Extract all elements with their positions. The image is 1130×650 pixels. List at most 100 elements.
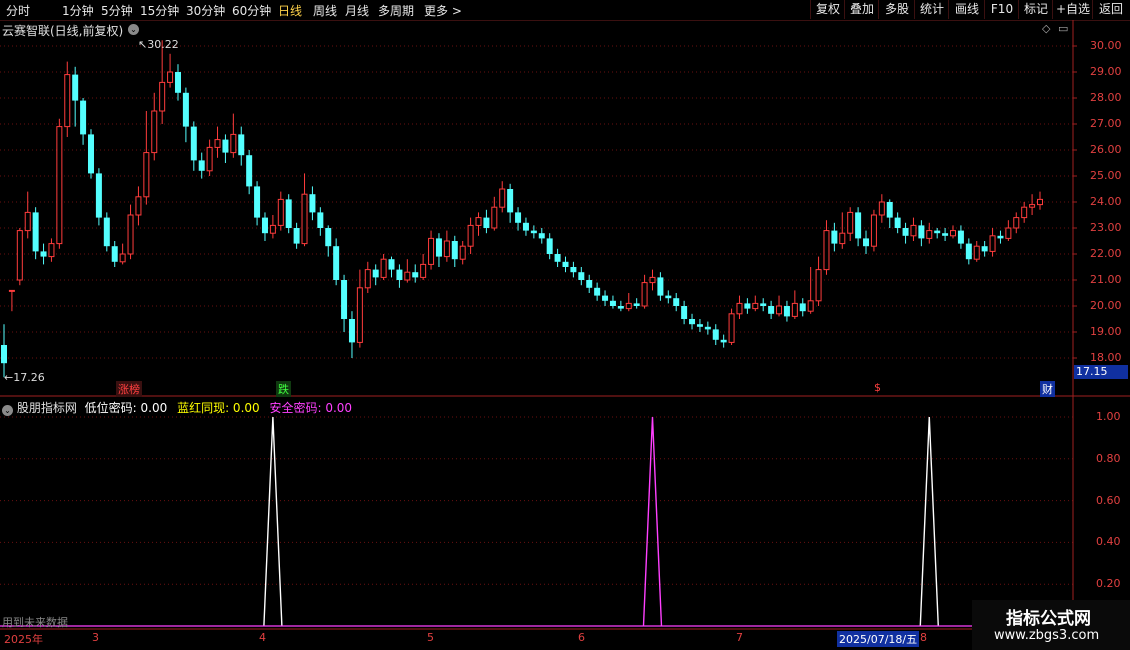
candle	[206, 139, 213, 176]
candle	[1037, 191, 1043, 210]
candle	[222, 134, 229, 163]
candle	[143, 111, 150, 205]
candle	[127, 204, 134, 260]
candle-body	[768, 306, 775, 314]
candle	[815, 256, 822, 306]
candle-body	[586, 280, 593, 288]
candle-body	[1005, 227, 1012, 239]
candle	[72, 66, 79, 127]
candle-body	[254, 186, 261, 218]
candle	[301, 173, 308, 247]
candle-body	[578, 272, 585, 280]
candle	[135, 186, 142, 226]
candle	[538, 228, 545, 244]
candle-body	[957, 230, 964, 244]
candle-body	[32, 212, 39, 252]
indicator-spike	[919, 416, 939, 627]
candle-body	[712, 329, 719, 340]
candle-body	[48, 243, 55, 258]
candle	[918, 220, 925, 247]
candle	[847, 207, 854, 241]
candle	[214, 126, 221, 158]
candle-body	[159, 81, 166, 112]
date-label: 7	[736, 631, 743, 644]
candle-body	[325, 228, 332, 247]
candle-body	[1037, 198, 1043, 206]
candle-body	[190, 126, 197, 161]
candle	[64, 61, 71, 137]
high-price-label: ↖30.22	[138, 38, 179, 51]
candle	[720, 334, 727, 348]
candle	[965, 238, 972, 265]
chevron-down-icon[interactable]: ⌄	[2, 405, 13, 416]
candle-body	[886, 202, 893, 218]
indicator-item-blue-red: 蓝红同现: 0.00	[177, 401, 260, 415]
candle	[981, 241, 988, 257]
indicator-axis-label: 0.60	[1096, 493, 1121, 507]
candle	[159, 40, 166, 124]
candle	[515, 207, 522, 231]
candle	[475, 212, 482, 236]
date-label: 6	[578, 631, 585, 644]
candle-body	[40, 251, 47, 257]
candle-body	[443, 240, 450, 258]
candle-body	[372, 269, 379, 278]
candle	[554, 248, 561, 267]
candle-body	[649, 276, 656, 284]
candle	[1, 324, 7, 378]
candle-body	[950, 230, 957, 237]
candle-body	[507, 189, 514, 213]
candle-body	[214, 139, 221, 148]
candle-body	[111, 246, 118, 262]
candle-body	[277, 198, 284, 226]
candle	[293, 222, 300, 249]
finance-tag[interactable]: 财	[1040, 381, 1055, 397]
candle-body	[965, 243, 972, 260]
candle	[269, 215, 276, 239]
candle	[254, 181, 261, 226]
candle-body	[491, 206, 498, 229]
indicator-axis-label: 0.40	[1096, 535, 1121, 549]
drop-tag[interactable]: 跌	[276, 381, 291, 397]
candle-body	[475, 217, 482, 226]
candle	[198, 152, 205, 179]
candle	[499, 181, 506, 213]
candle	[902, 222, 909, 244]
candle-body	[459, 245, 466, 260]
candle-body	[499, 188, 506, 208]
candle-body	[246, 155, 253, 187]
candle	[736, 295, 743, 319]
candle-body	[80, 100, 87, 135]
low-price-label: ←17.26	[4, 371, 45, 384]
kline-chart[interactable]	[0, 0, 1130, 650]
candle	[712, 324, 719, 345]
dollar-tag[interactable]: $	[874, 381, 881, 394]
candle-body	[617, 306, 624, 309]
candle	[230, 113, 237, 158]
indicator-axis-label: 1.00	[1096, 410, 1121, 423]
candle-body	[238, 134, 245, 156]
indicator-spike	[642, 416, 663, 627]
candle-body	[942, 233, 949, 236]
candle-body	[206, 146, 213, 172]
candle	[317, 207, 324, 236]
candle-body	[546, 238, 553, 254]
indicator-axis-label: 0.20	[1096, 577, 1121, 591]
candle	[807, 267, 814, 314]
candle-body	[973, 245, 980, 260]
candle	[602, 290, 609, 306]
candle	[333, 238, 340, 286]
candle	[586, 274, 593, 293]
candle	[950, 225, 957, 239]
candle-body	[689, 319, 696, 325]
candle-body	[696, 324, 703, 327]
date-label: 5	[427, 631, 434, 644]
candle-body	[174, 72, 181, 93]
candle	[285, 194, 292, 234]
candle-body	[16, 230, 23, 281]
limit-up-tag[interactable]: 涨榜	[116, 381, 142, 397]
candle	[878, 194, 885, 223]
candle-body	[997, 235, 1004, 239]
candle	[1029, 194, 1036, 215]
indicator-axis-label: 0.80	[1096, 451, 1121, 465]
